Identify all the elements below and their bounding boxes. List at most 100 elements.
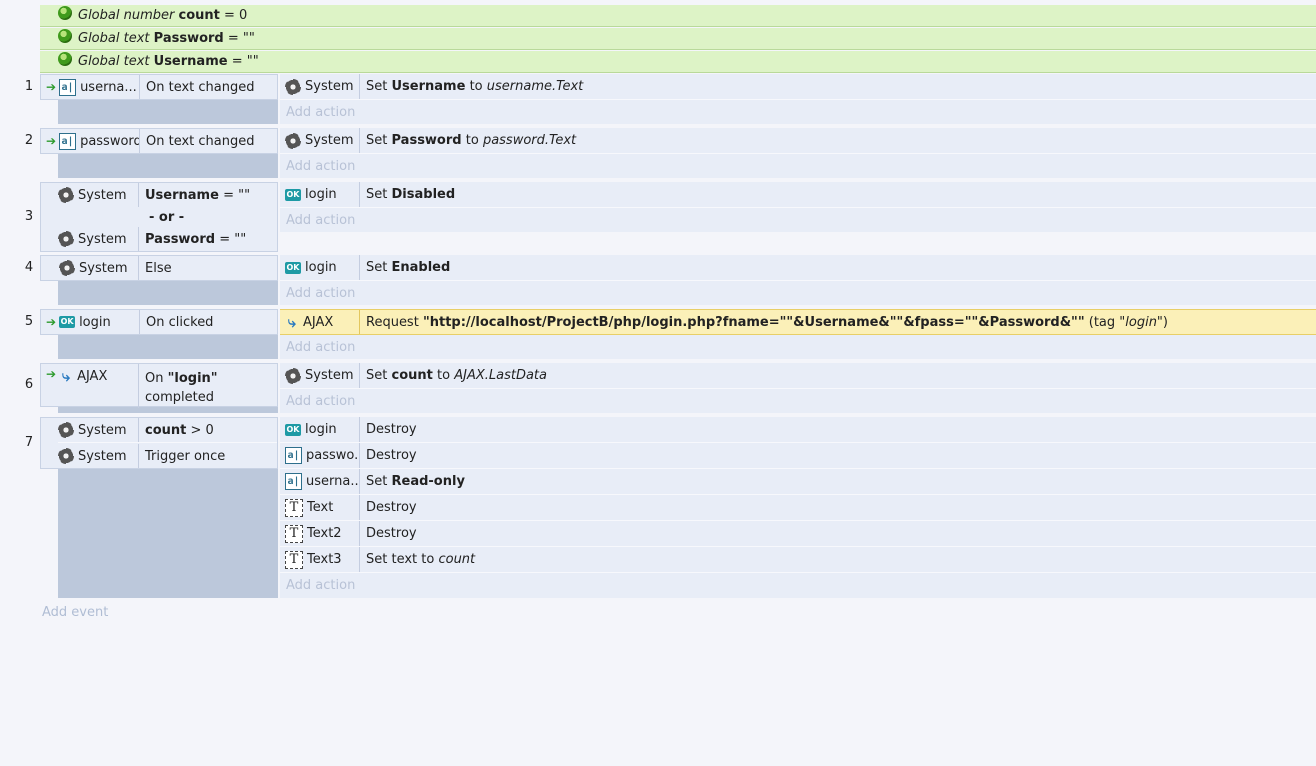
- globe-icon: [58, 51, 72, 66]
- action-verb: Set: [366, 187, 388, 202]
- add-action-link[interactable]: Add action: [280, 154, 1316, 178]
- action-text: Destroy: [366, 422, 417, 437]
- action-object: login: [305, 187, 337, 202]
- condition-tag: "login": [167, 371, 218, 386]
- action-target: count: [391, 368, 433, 383]
- condition-object: System: [78, 187, 127, 203]
- event-4-condition[interactable]: System Else: [40, 255, 278, 281]
- action-verb: Set: [366, 79, 388, 94]
- event-6-action[interactable]: System Set count to AJAX.LastData: [280, 363, 1316, 389]
- action-object: Text2: [307, 526, 342, 541]
- globe-icon: [58, 5, 72, 20]
- gear-icon: [285, 367, 301, 384]
- condition-object: System: [79, 260, 128, 276]
- event-7-condition-2[interactable]: System Trigger once: [58, 444, 277, 468]
- condition-object: System: [78, 422, 127, 438]
- condition-text: Trigger once: [145, 448, 226, 464]
- condition-suffix: completed: [145, 390, 214, 405]
- event-3-condition-1[interactable]: System Username = "": [58, 183, 277, 207]
- event-7-action-3[interactable]: a| userna... Set Read-only: [280, 469, 1316, 495]
- globe-icon: [58, 28, 72, 43]
- condition-variable: Password: [145, 231, 216, 247]
- add-event-link[interactable]: Add event: [42, 605, 108, 620]
- global-kind: Global text: [78, 31, 150, 46]
- event-7-action-6[interactable]: T Text3 Set text to count: [280, 547, 1316, 573]
- action-connector: to: [437, 368, 451, 383]
- gear-icon: [59, 260, 75, 276]
- action-connector: to: [469, 79, 483, 94]
- action-object: Text: [307, 500, 334, 515]
- event-3-condition-2[interactable]: System Password = "": [58, 227, 277, 251]
- event-7-action-5[interactable]: T Text2 Destroy: [280, 521, 1316, 547]
- global-value: = 0: [224, 8, 248, 23]
- global-kind: Global number: [78, 8, 175, 23]
- gear-icon: [285, 132, 301, 149]
- add-action-link[interactable]: Add action: [280, 335, 1316, 359]
- action-text: Destroy: [366, 526, 417, 541]
- gear-icon: [285, 78, 301, 95]
- global-value: = "": [231, 54, 259, 69]
- action-target: Disabled: [391, 187, 456, 202]
- action-object: passwo...: [306, 448, 359, 463]
- condition-object: password: [80, 133, 140, 149]
- global-name: Username: [153, 54, 228, 69]
- button-icon: OK: [285, 188, 301, 201]
- text-object-icon: T: [285, 498, 303, 517]
- ajax-icon: ⤷: [61, 367, 71, 385]
- add-action-link[interactable]: Add action: [280, 100, 1316, 124]
- trigger-arrow-icon: ➔: [46, 80, 57, 94]
- action-verb: Set: [366, 133, 388, 148]
- event-2-condition[interactable]: ➔ a| password On text changed: [40, 128, 278, 154]
- global-name: count: [178, 8, 220, 23]
- gear-icon: [58, 187, 74, 203]
- action-object: userna...: [306, 474, 360, 489]
- event-6-condition[interactable]: ➔ ⤷ AJAX On "login" completed: [40, 363, 278, 408]
- condition-object: AJAX: [77, 369, 108, 384]
- global-var-username[interactable]: Global text Username = "": [40, 51, 1316, 73]
- action-verb: Request: [366, 314, 419, 330]
- action-verb: Set: [366, 260, 388, 275]
- add-action-link[interactable]: Add action: [280, 281, 1316, 305]
- textbox-icon: a|: [59, 78, 77, 96]
- trigger-arrow-icon: ➔: [46, 315, 57, 329]
- action-url: "http://localhost/ProjectB/php/login.php…: [422, 314, 1085, 330]
- ajax-icon: ⤷: [287, 313, 297, 331]
- event-1-action[interactable]: System Set Username to username.Text: [280, 74, 1316, 100]
- add-action-link[interactable]: Add action: [280, 208, 1316, 232]
- action-connector: to: [465, 133, 479, 148]
- action-tag: "login": [1119, 314, 1163, 330]
- button-icon: OK: [285, 423, 301, 436]
- action-tag-suffix: ): [1162, 314, 1168, 330]
- event-7-condition-1[interactable]: System count > 0: [58, 418, 277, 443]
- event-3-action[interactable]: OK login Set Disabled: [280, 182, 1316, 208]
- event-4-action[interactable]: OK login Set Enabled: [280, 255, 1316, 281]
- condition-object: System: [78, 231, 127, 247]
- add-action-link[interactable]: Add action: [280, 389, 1316, 413]
- event-5-action[interactable]: ⤷ AJAX Request "http://localhost/ProjectB…: [280, 309, 1316, 335]
- condition-text: On clicked: [146, 314, 214, 330]
- action-object: System: [305, 368, 354, 383]
- textbox-icon: a|: [285, 473, 302, 490]
- global-var-count[interactable]: Global number count = 0: [40, 5, 1316, 27]
- event-7-action-1[interactable]: OK login Destroy: [280, 417, 1316, 443]
- action-text: Destroy: [366, 500, 417, 515]
- action-object: System: [305, 133, 354, 148]
- gear-icon: [58, 422, 74, 438]
- add-action-link[interactable]: Add action: [280, 573, 1316, 598]
- event-7-action-4[interactable]: T Text Destroy: [280, 495, 1316, 521]
- condition-object: System: [78, 448, 127, 464]
- global-value: = "": [227, 31, 255, 46]
- action-target: Password: [391, 133, 462, 148]
- condition-comparison: = "": [219, 231, 247, 247]
- event-7-action-2[interactable]: a| passwo... Destroy: [280, 443, 1316, 469]
- textbox-icon: a|: [285, 447, 302, 464]
- event-5-condition[interactable]: ➔ OK login On clicked: [40, 309, 278, 335]
- global-var-password[interactable]: Global text Password = "": [40, 28, 1316, 50]
- event-1-condition[interactable]: ➔ a| userna... On text changed: [40, 74, 278, 100]
- action-expression: AJAX.LastData: [454, 368, 547, 383]
- global-kind: Global text: [78, 54, 150, 69]
- action-verb: Set: [366, 368, 388, 383]
- button-icon: OK: [285, 261, 301, 274]
- action-expression: count: [438, 552, 476, 567]
- event-2-action[interactable]: System Set Password to password.Text: [280, 128, 1316, 154]
